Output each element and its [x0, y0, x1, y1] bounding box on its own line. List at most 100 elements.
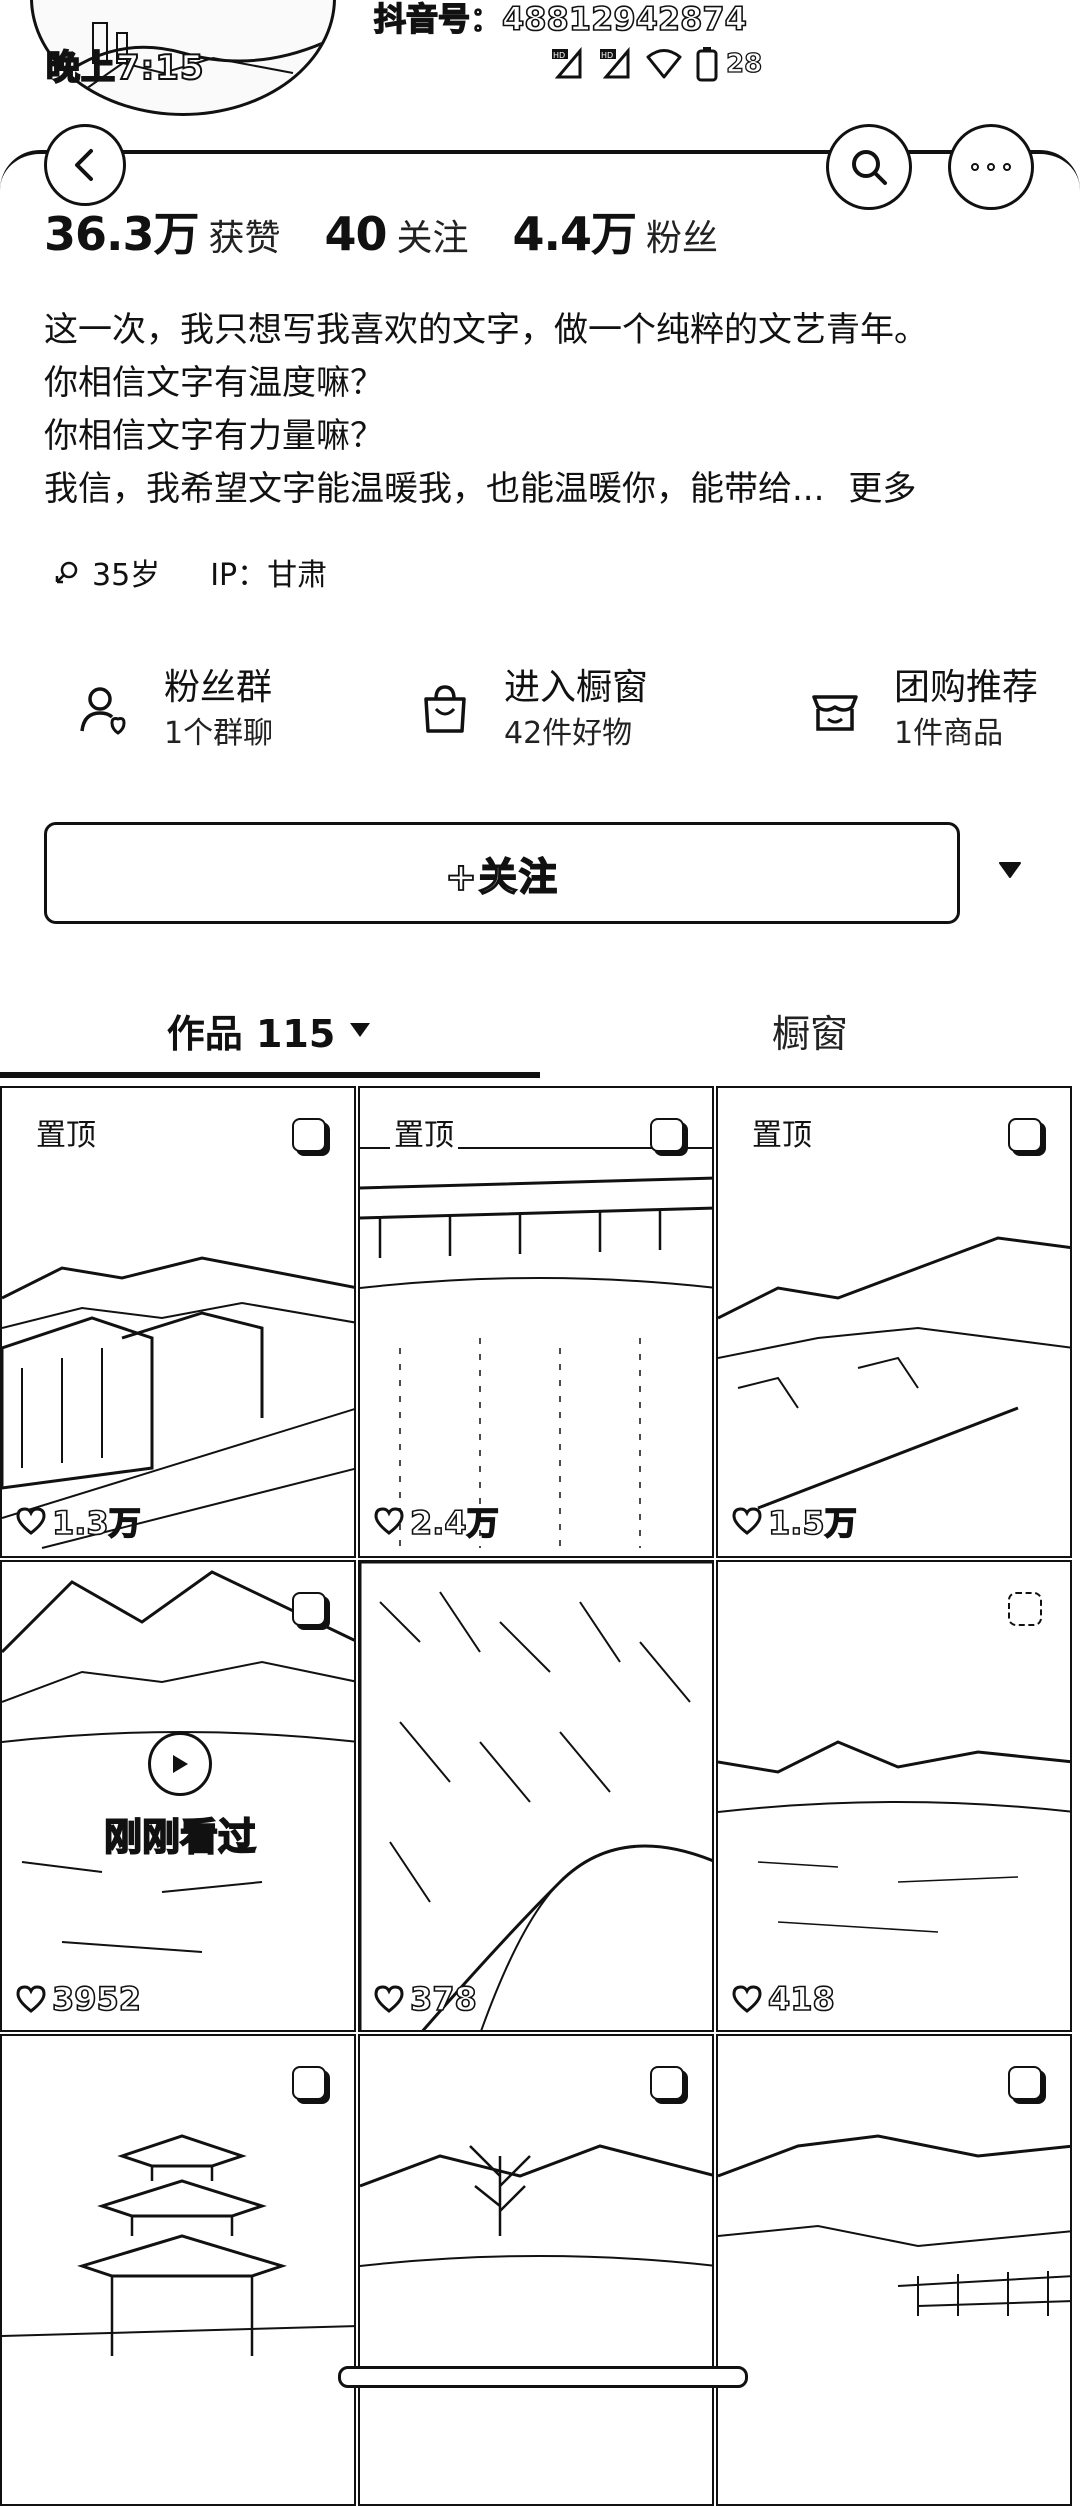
- more-icon: [971, 163, 1011, 171]
- pinned-label: 置顶: [390, 1110, 458, 1154]
- select-checkbox[interactable]: [650, 1118, 684, 1152]
- pinned-label: 置顶: [32, 1110, 100, 1154]
- following-label[interactable]: 关注: [397, 209, 469, 261]
- svg-text:HD: HD: [553, 51, 565, 60]
- search-icon: [852, 150, 887, 185]
- hd-signal-icon: HD: [600, 47, 630, 79]
- back-button[interactable]: [44, 124, 126, 206]
- video-thumbnail[interactable]: [0, 2034, 356, 2506]
- video-thumbnail[interactable]: 置顶 1.3万: [0, 1086, 356, 1558]
- feature-showcase[interactable]: 进入橱窗 42件好物: [410, 660, 648, 760]
- douyin-id-text[interactable]: 抖音号：48812942874: [373, 0, 748, 40]
- bio-more-link[interactable]: 更多: [848, 469, 916, 509]
- heart-icon: [732, 1985, 762, 2013]
- recently-watched-overlay: 刚刚看过: [2, 1732, 354, 1861]
- select-checkbox[interactable]: [292, 1592, 326, 1626]
- likes-label: 获赞: [208, 218, 281, 259]
- feature-title: 进入橱窗: [504, 667, 649, 708]
- heart-icon: [374, 1985, 404, 2013]
- feature-group-buy[interactable]: 团购推荐 1件商品: [800, 660, 1038, 760]
- follow-dropdown-button[interactable]: [962, 822, 1058, 918]
- likes-count: 1.3万: [16, 1498, 142, 1544]
- video-grid: 置顶 1.3万 置顶 2.4万 置顶 1.5万 刚刚看过 3952 378 41…: [0, 1086, 1080, 2506]
- select-checkbox[interactable]: [1008, 1118, 1042, 1152]
- select-checkbox[interactable]: [1008, 1592, 1042, 1626]
- battery-icon: [696, 47, 718, 82]
- video-thumbnail[interactable]: 置顶 1.5万: [716, 1086, 1072, 1558]
- following-count[interactable]: 40: [325, 207, 388, 261]
- select-checkbox[interactable]: [292, 2066, 326, 2100]
- followers-label[interactable]: 粉丝: [646, 209, 718, 261]
- followers-count[interactable]: 4.4万: [513, 198, 637, 264]
- bridge-river-scene: [360, 1147, 712, 1548]
- likes-value: 418: [767, 1979, 835, 2019]
- feature-fan-group[interactable]: 粉丝群 1个群聊: [70, 660, 273, 760]
- status-time: 晚上7:15: [45, 47, 205, 89]
- likes-count: 1.5万: [732, 1498, 858, 1544]
- active-tab-indicator: [0, 1072, 540, 1078]
- video-thumbnail[interactable]: [358, 2034, 714, 2506]
- feature-title: 粉丝群: [164, 667, 273, 708]
- likes-value: 378: [409, 1979, 477, 2019]
- battery-level: 28: [725, 48, 763, 79]
- tab-showcase-label: 橱窗: [771, 1011, 848, 1056]
- more-button[interactable]: [948, 124, 1034, 210]
- age-text: 35岁: [92, 558, 161, 593]
- likes-value: 3952: [51, 1979, 142, 2019]
- heart-icon: [16, 1985, 46, 2013]
- likes-count: 36.3万: [44, 207, 199, 261]
- group-buy-icon: [800, 675, 870, 745]
- likes-value: 1.5万: [767, 1503, 857, 1543]
- select-checkbox[interactable]: [292, 1118, 326, 1152]
- video-thumbnail[interactable]: [716, 2034, 1072, 2506]
- bio-line: 你相信文字有力量嘛？: [44, 416, 384, 456]
- plain-scene: [718, 1740, 1070, 1933]
- bio-line-text: 我信，我希望文字能温暖我，也能温暖你，能带给...: [44, 469, 825, 509]
- home-indicator[interactable]: [338, 2366, 748, 2388]
- ip-location: IP：甘肃: [210, 558, 328, 593]
- profile-stats: 36.3万 获赞 40 关注 4.4万 粉丝: [44, 198, 762, 264]
- wifi-icon: [646, 49, 682, 79]
- profile-bio: 这一次，我只想写我喜欢的文字，做一个纯粹的文艺青年。 你相信文字有温度嘛？ 你相…: [44, 304, 1044, 516]
- likes-count: 3952: [16, 1979, 142, 2019]
- video-thumbnail[interactable]: 置顶 2.4万: [358, 1086, 714, 1558]
- likes-value: 1.3万: [51, 1503, 141, 1543]
- heart-icon: [374, 1507, 404, 1535]
- shopping-bag-icon: [410, 675, 480, 745]
- svg-text:HD: HD: [601, 51, 613, 60]
- search-button[interactable]: [826, 124, 912, 210]
- profile-meta: 35岁 IP：甘肃: [54, 550, 327, 594]
- triangle-down-icon: [999, 862, 1021, 878]
- tab-works[interactable]: 作品 115: [0, 980, 540, 1080]
- feature-subtitle: 1件商品: [894, 716, 1004, 751]
- bio-line: 我信，我希望文字能温暖我，也能温暖你，能带给... 更多: [44, 463, 1044, 516]
- hd-signal-icon: HD: [552, 47, 582, 79]
- male-icon: [55, 561, 78, 584]
- status-bar: 晚上7:15 抖音号：48812942874 HD HD 28: [0, 0, 1080, 160]
- feature-subtitle: 42件好物: [504, 716, 633, 751]
- tab-works-label: 作品 115: [166, 1011, 336, 1056]
- video-thumbnail[interactable]: 刚刚看过 3952: [0, 1560, 356, 2032]
- select-checkbox[interactable]: [650, 2066, 684, 2100]
- likes-value: 2.4万: [409, 1503, 499, 1543]
- likes-count: 418: [732, 1979, 836, 2019]
- tab-showcase[interactable]: 橱窗: [540, 980, 1080, 1080]
- fan-group-icon: [70, 675, 140, 745]
- likes-count: 2.4万: [374, 1498, 500, 1544]
- follow-button-label: +关注: [444, 854, 559, 900]
- heart-icon: [732, 1507, 762, 1535]
- video-thumbnail[interactable]: 378: [358, 1560, 714, 2032]
- valley-scene: [718, 1236, 1070, 1510]
- village-scene: [2, 1256, 354, 1549]
- recently-watched-label: 刚刚看过: [103, 1814, 257, 1860]
- follow-button[interactable]: +关注: [44, 822, 960, 924]
- pinned-label: 置顶: [748, 1110, 816, 1154]
- back-arrow-icon: [75, 149, 93, 181]
- heart-icon: [16, 1507, 46, 1535]
- select-checkbox[interactable]: [1008, 2066, 1042, 2100]
- status-icons: HD HD 28: [550, 44, 763, 84]
- likes-count: 378: [374, 1979, 478, 2019]
- video-thumbnail[interactable]: 418: [716, 1560, 1072, 2032]
- bio-line: 这一次，我只想写我喜欢的文字，做一个纯粹的文艺青年。: [44, 310, 928, 350]
- feature-title: 团购推荐: [894, 667, 1039, 708]
